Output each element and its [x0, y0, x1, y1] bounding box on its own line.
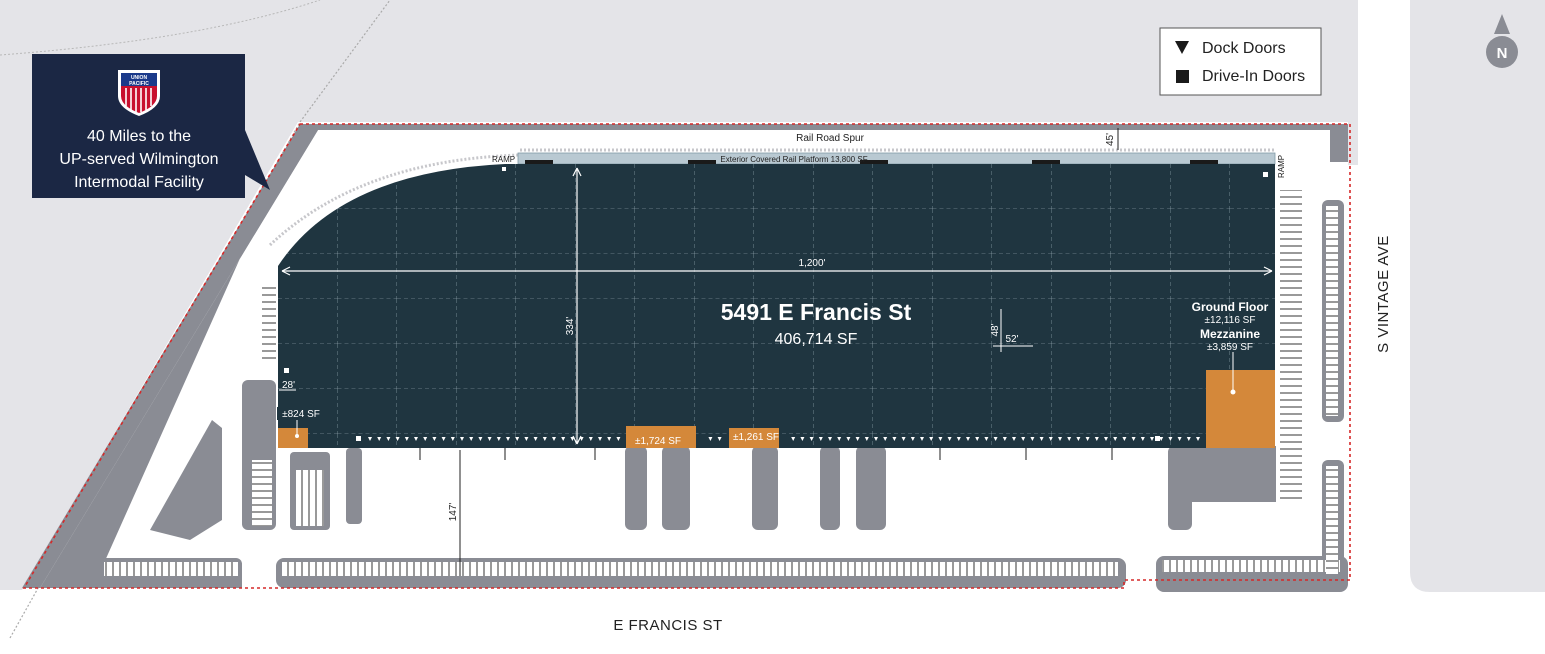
svg-text:PACIFIC: PACIFIC — [129, 81, 149, 87]
street-east-label: S VINTAGE AVE — [1375, 235, 1392, 353]
parking-stalls — [262, 282, 276, 362]
site-plan: Rail Road Spur Exterior Covered Rail Pla… — [0, 0, 1545, 649]
office-left-label: ±824 SF — [282, 409, 320, 420]
truck-court-label: 147' — [448, 503, 459, 522]
parking-stalls — [282, 562, 1118, 576]
rail-platform — [517, 152, 1276, 165]
parking-island — [625, 446, 647, 530]
parking-island — [752, 446, 778, 530]
legend-dock-doors: Dock Doors — [1202, 40, 1286, 57]
parking-island — [346, 448, 362, 524]
rail-platform-label: Exterior Covered Rail Platform 13,800 SF — [720, 155, 867, 164]
depth-label: 334' — [565, 317, 576, 336]
ramp-left-label: RAMP — [492, 155, 515, 164]
parking-stalls — [104, 562, 238, 576]
office-parking-court — [1180, 446, 1276, 502]
rail-spur-label: Rail Road Spur — [796, 133, 864, 144]
rail-clearance-label: 45' — [1105, 133, 1116, 146]
legend-drive-in-doors: Drive-In Doors — [1202, 68, 1305, 85]
setback-label: 28' — [282, 380, 295, 391]
parking-stalls — [1162, 560, 1340, 572]
site-plan-svg: Rail Road Spur Exterior Covered Rail Pla… — [0, 0, 1545, 649]
building-area: 406,714 SF — [775, 331, 858, 348]
office-ground-title: Ground Floor — [1192, 300, 1269, 314]
parking-island — [820, 446, 840, 530]
office-left-dot — [295, 434, 299, 438]
parking-stalls — [252, 460, 272, 526]
parking-stalls — [1326, 466, 1338, 574]
office-ground-sf: ±12,116 SF — [1205, 315, 1256, 326]
office-left — [278, 428, 308, 448]
callout-line-3: Intermodal Facility — [74, 174, 204, 191]
parking-island — [856, 446, 886, 530]
legend: Dock Doors Drive-In Doors — [1159, 27, 1322, 96]
north-label: N — [1497, 45, 1508, 62]
ramp-right-label: RAMP — [1277, 155, 1286, 178]
parking-island — [662, 446, 690, 530]
bay-depth-label: 48' — [990, 323, 1001, 336]
parking-stalls — [296, 470, 324, 526]
office-leader-dot — [1230, 389, 1236, 395]
parking-stalls — [1326, 206, 1338, 416]
background-road-east — [1410, 0, 1545, 592]
office-main — [1206, 370, 1275, 448]
bay-width-label: 52' — [1005, 334, 1018, 345]
office-mid-1-label: ±1,724 SF — [635, 436, 681, 447]
parking-stalls — [1280, 190, 1302, 500]
office-mezz-sf: ±3,859 SF — [1207, 342, 1253, 353]
union-pacific-callout: UNION PACIFIC 40 Miles to the UP-served … — [32, 54, 270, 198]
street-south-label: E FRANCIS ST — [613, 617, 722, 634]
callout-line-1: 40 Miles to the — [87, 128, 191, 145]
length-label: 1,200' — [799, 258, 826, 269]
building-address: 5491 E Francis St — [721, 299, 912, 325]
drive-in-door-legend-icon — [1176, 70, 1189, 83]
callout-line-2: UP-served Wilmington — [59, 151, 218, 168]
office-mid-2-label: ±1,261 SF — [733, 432, 779, 443]
office-mezz-title: Mezzanine — [1200, 327, 1260, 341]
